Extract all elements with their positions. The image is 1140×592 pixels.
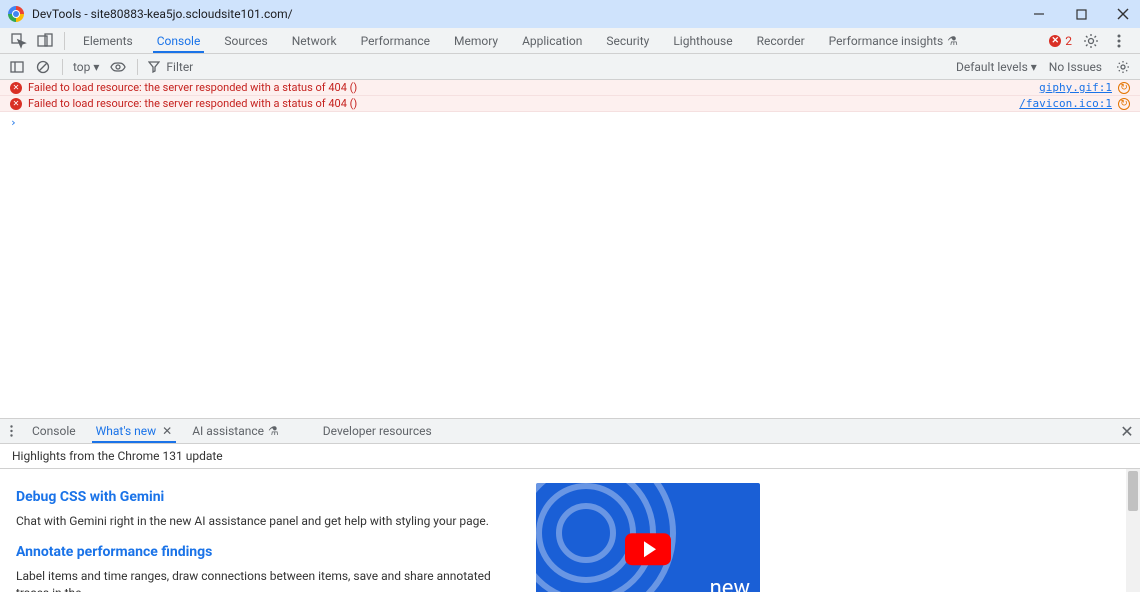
log-message: Failed to load resource: the server resp… bbox=[28, 81, 1039, 94]
chrome-icon bbox=[8, 6, 24, 22]
devtools-tabbar: ElementsConsoleSourcesNetworkPerformance… bbox=[0, 28, 1140, 54]
context-selector[interactable]: top ▾ bbox=[73, 60, 99, 74]
drawer-tab-ai-assistance[interactable]: AI assistance ⚗ bbox=[182, 419, 289, 443]
flask-icon: ⚗ bbox=[947, 34, 958, 48]
drawer-tabbar: Console What's new ✕ AI assistance ⚗ Develope… bbox=[0, 418, 1140, 444]
levels-label: Default levels bbox=[956, 60, 1028, 74]
clear-console-icon[interactable] bbox=[34, 58, 52, 76]
chevron-down-icon: ▾ bbox=[93, 60, 99, 74]
play-icon bbox=[625, 533, 671, 565]
maximize-button[interactable] bbox=[1072, 5, 1090, 23]
more-icon[interactable] bbox=[1110, 32, 1128, 50]
whats-new-panel: Debug CSS with Gemini Chat with Gemini ri… bbox=[0, 469, 1140, 592]
console-settings-icon[interactable] bbox=[1114, 58, 1132, 76]
tab-performance[interactable]: Performance bbox=[349, 28, 442, 53]
console-filterbar: top ▾ Filter Default levels ▾ No Issues bbox=[0, 54, 1140, 80]
log-source-link[interactable]: giphy.gif:1 bbox=[1039, 81, 1112, 94]
drawer-tab-label: Developer resources bbox=[323, 424, 432, 438]
tab-recorder[interactable]: Recorder bbox=[745, 28, 817, 53]
tab-lighthouse[interactable]: Lighthouse bbox=[661, 28, 744, 53]
inspect-element-icon[interactable] bbox=[10, 32, 28, 50]
sidebar-toggle-icon[interactable] bbox=[8, 58, 26, 76]
highlights-header: Highlights from the Chrome 131 update bbox=[0, 444, 1140, 469]
video-badge-text: new bbox=[710, 576, 750, 592]
minimize-button[interactable] bbox=[1030, 5, 1048, 23]
error-count-text: 2 bbox=[1065, 34, 1072, 48]
drawer-tab-what-s-new[interactable]: What's new ✕ bbox=[86, 419, 183, 443]
window-controls bbox=[1030, 5, 1132, 23]
drawer-tab-console[interactable]: Console bbox=[22, 419, 86, 443]
console-error-row[interactable]: ✕ Failed to load resource: the server res… bbox=[0, 96, 1140, 112]
drawer-tab-label: AI assistance bbox=[192, 424, 264, 438]
section-body: Label items and time ranges, draw connec… bbox=[16, 568, 516, 592]
section-heading[interactable]: Debug CSS with Gemini bbox=[16, 489, 516, 505]
live-expression-icon[interactable] bbox=[109, 58, 127, 76]
external-icon: ↻ bbox=[1118, 98, 1130, 110]
context-label: top bbox=[73, 60, 90, 74]
console-prompt[interactable]: › bbox=[0, 112, 1140, 133]
tab-console[interactable]: Console bbox=[145, 28, 213, 53]
error-count-badge[interactable]: ✕ 2 bbox=[1049, 34, 1072, 48]
tab-elements[interactable]: Elements bbox=[71, 28, 145, 53]
window-title: DevTools - site80883-kea5jo.scloudsite10… bbox=[32, 7, 293, 21]
log-levels-selector[interactable]: Default levels ▾ bbox=[956, 60, 1037, 74]
console-output: ✕ Failed to load resource: the server res… bbox=[0, 80, 1140, 418]
device-toolbar-icon[interactable] bbox=[36, 32, 54, 50]
section-heading[interactable]: Annotate performance findings bbox=[16, 544, 516, 560]
drawer-tab-label: What's new bbox=[96, 424, 157, 438]
filter-input[interactable]: Filter bbox=[148, 60, 946, 74]
error-icon: ✕ bbox=[1049, 35, 1061, 47]
close-button[interactable] bbox=[1114, 5, 1132, 23]
highlights-text: Highlights from the Chrome 131 update bbox=[12, 449, 223, 463]
drawer-more-icon[interactable] bbox=[0, 419, 22, 443]
tab-application[interactable]: Application bbox=[510, 28, 594, 53]
log-message: Failed to load resource: the server resp… bbox=[28, 97, 1019, 110]
console-error-row[interactable]: ✕ Failed to load resource: the server res… bbox=[0, 80, 1140, 96]
tab-performance-insights[interactable]: Performance insights⚗ bbox=[817, 28, 970, 53]
drawer-tab-developer-resources[interactable]: Developer resources bbox=[313, 419, 442, 443]
tab-memory[interactable]: Memory bbox=[442, 28, 510, 53]
chevron-down-icon: ▾ bbox=[1031, 60, 1037, 74]
flask-icon: ⚗ bbox=[268, 424, 279, 438]
drawer-close-button[interactable]: ✕ bbox=[1114, 419, 1140, 443]
error-icon: ✕ bbox=[10, 82, 22, 94]
close-icon[interactable]: ✕ bbox=[162, 424, 172, 438]
tab-security[interactable]: Security bbox=[594, 28, 661, 53]
section-body: Chat with Gemini right in the new AI ass… bbox=[16, 513, 516, 530]
settings-icon[interactable] bbox=[1082, 32, 1100, 50]
scrollbar-thumb[interactable] bbox=[1128, 471, 1138, 511]
log-source-link[interactable]: /favicon.ico:1 bbox=[1019, 97, 1112, 110]
tab-network[interactable]: Network bbox=[280, 28, 349, 53]
error-icon: ✕ bbox=[10, 98, 22, 110]
scrollbar[interactable] bbox=[1126, 469, 1140, 592]
tab-sources[interactable]: Sources bbox=[212, 28, 279, 53]
filter-icon bbox=[148, 61, 160, 73]
external-icon: ↻ bbox=[1118, 82, 1130, 94]
drawer-tab-label: Console bbox=[32, 424, 76, 438]
issues-label: No Issues bbox=[1049, 60, 1102, 74]
window-titlebar: DevTools - site80883-kea5jo.scloudsite10… bbox=[0, 0, 1140, 28]
whats-new-video[interactable]: new bbox=[536, 483, 760, 592]
filter-placeholder: Filter bbox=[166, 60, 193, 74]
